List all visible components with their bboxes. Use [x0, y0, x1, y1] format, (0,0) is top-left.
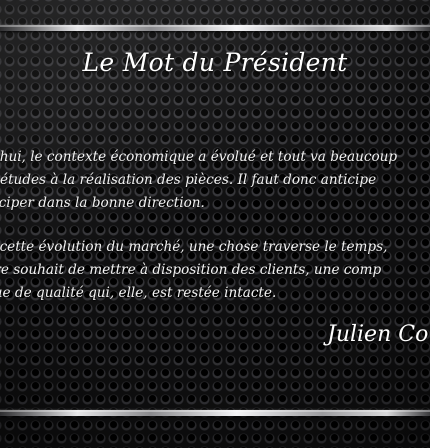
signature: Julien Co [327, 322, 429, 347]
paragraph-line: anticiper dans la bonne direction. [0, 195, 205, 211]
paragraph-line: des études à la réalisation des pièces. … [0, 172, 377, 188]
message-panel: Le Mot du Président urd'hui, le contexte… [0, 0, 430, 448]
paragraph-1: urd'hui, le contexte économique a évolué… [0, 146, 430, 215]
paragraph-line: nique de qualité qui, elle, est restée i… [0, 285, 277, 301]
paragraph-line: gré cette évolution du marché, une chose… [0, 239, 388, 255]
paragraph-line: notre souhait de mettre à disposition de… [0, 262, 382, 278]
paragraph-line: urd'hui, le contexte économique a évolué… [0, 149, 398, 165]
page-title: Le Mot du Président [82, 48, 348, 77]
paragraph-2: gré cette évolution du marché, une chose… [0, 236, 430, 305]
